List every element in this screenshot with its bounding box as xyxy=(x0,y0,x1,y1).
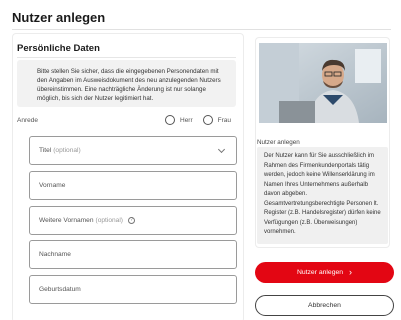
chevron-right-icon: › xyxy=(349,267,353,277)
geburtsdatum-input[interactable]: Geburtsdatum xyxy=(29,275,237,304)
nachname-label: Nachname xyxy=(39,251,71,258)
help-icon[interactable]: ? xyxy=(128,217,135,224)
title-divider xyxy=(12,29,391,30)
radio-herr-label[interactable]: Herr xyxy=(180,117,193,124)
businessman-photo xyxy=(259,43,387,123)
vorname-input[interactable]: Vorname xyxy=(29,171,237,200)
titel-label: Titel xyxy=(39,147,52,154)
geburtsdatum-label: Geburtsdatum xyxy=(39,286,81,293)
titel-select[interactable]: Titel (optional) xyxy=(29,136,237,165)
aside-caption: Nutzer anlegen xyxy=(257,139,300,146)
radio-herr[interactable] xyxy=(165,115,175,125)
aside-info-text: Der Nutzer kann für Sie ausschließlich i… xyxy=(257,147,388,244)
anrede-label: Anrede xyxy=(17,117,38,124)
abbrechen-button[interactable]: Abbrechen xyxy=(255,295,394,316)
weitere-vornamen-optional-hint: (optional) xyxy=(95,217,124,224)
page-title: Nutzer anlegen xyxy=(12,10,106,25)
info-box: Bitte stellen Sie sicher, dass die einge… xyxy=(17,60,236,107)
chevron-down-icon xyxy=(217,145,226,154)
nutzer-anlegen-button[interactable]: Nutzer anlegen › xyxy=(255,262,394,283)
nutzer-anlegen-label: Nutzer anlegen xyxy=(296,269,344,276)
weitere-vornamen-input[interactable]: Weitere Vornamen (optional) ? xyxy=(29,206,237,235)
nachname-input[interactable]: Nachname xyxy=(29,240,237,269)
weitere-vornamen-label: Weitere Vornamen xyxy=(39,217,94,224)
vorname-label: Vorname xyxy=(39,182,66,189)
radio-frau-label[interactable]: Frau xyxy=(218,117,231,124)
anrede-radio-group: Herr Frau xyxy=(165,115,231,125)
section-divider xyxy=(17,57,236,58)
section-title: Persönliche Daten xyxy=(17,43,100,54)
titel-optional-hint: (optional) xyxy=(53,147,81,154)
radio-frau[interactable] xyxy=(202,115,213,125)
